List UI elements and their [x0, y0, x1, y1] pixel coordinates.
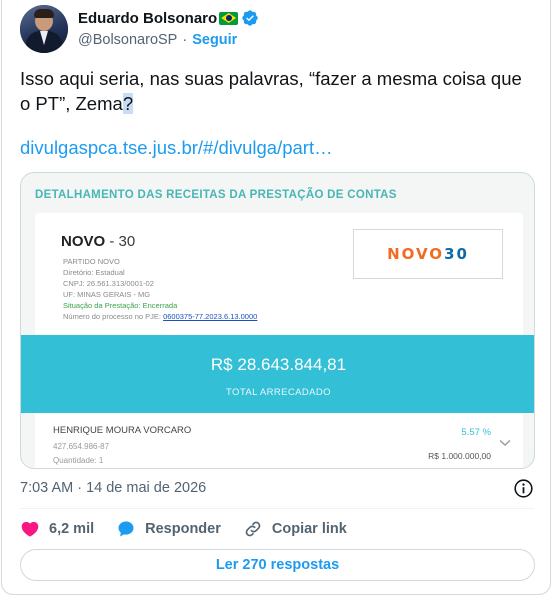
donor-id: 427.654.986-87	[53, 442, 110, 451]
reply-label: Responder	[145, 521, 221, 537]
party-cnpj: CNPJ: 26.561.313/0001-02	[63, 279, 154, 288]
tweet-text: Isso aqui seria, nas suas palavras, “faz…	[20, 66, 530, 116]
party-status: Situação da Prestação: Encerrada	[63, 301, 178, 310]
process-number-link: 0600375-77.2023.6.13.0000	[163, 312, 258, 321]
author-handle[interactable]: @BolsonaroSP	[78, 32, 177, 48]
timestamp[interactable]: 7:03 AM · 14 de mai de 2026	[20, 480, 206, 496]
tweet-text-body: Isso aqui seria, nas suas palavras, “faz…	[20, 68, 522, 114]
action-bar: 6,2 mil Responder Copiar link	[20, 518, 369, 540]
link-icon	[245, 521, 261, 537]
separator-dot: ·	[182, 32, 188, 48]
heart-icon	[21, 521, 39, 537]
doc-title: DETALHAMENTO DAS RECEITAS DA PRESTAÇÃO D…	[35, 189, 397, 201]
follow-button[interactable]: Seguir	[192, 32, 237, 48]
reply-bubble-icon	[118, 521, 134, 537]
total-amount: R$ 28.643.844,81	[210, 355, 347, 374]
brazil-flag-icon	[219, 11, 239, 25]
tweet-card: Eduardo Bolsonaro @BolsonaroSP · Seguir …	[1, 0, 551, 595]
party-directory: Diretório: Estadual	[63, 268, 125, 277]
donor-name: HENRIQUE MOURA VORCARO	[53, 425, 192, 436]
party-uf: UF: MINAS GERAIS - MG	[63, 290, 151, 299]
chevron-down-icon	[499, 439, 511, 446]
party-panel: NOVO - 30 PARTIDO NOVO Diretório: Estadu…	[35, 213, 523, 339]
donor-row: HENRIQUE MOURA VORCARO 427.654.986-87 Qu…	[35, 413, 523, 468]
author-name-row: Eduardo Bolsonaro	[78, 8, 259, 28]
read-replies-button[interactable]: Ler 270 respostas	[20, 549, 535, 581]
embedded-image[interactable]: DETALHAMENTO DAS RECEITAS DA PRESTAÇÃO D…	[20, 172, 535, 469]
total-band: R$ 28.643.844,81 TOTAL ARRECADADO	[21, 335, 534, 413]
verified-badge-icon	[242, 10, 258, 26]
tweet-link[interactable]: divulgaspca.tse.jus.br/#/divulga/part…	[20, 137, 333, 159]
party-logo-text: NOVO30	[387, 245, 469, 263]
donor-percent: 5.57 %	[461, 427, 491, 438]
donor-quantity: Quantidade: 1	[53, 456, 104, 465]
tweet-text-highlight: ?	[122, 93, 134, 114]
total-label: TOTAL ARRECADADO	[226, 387, 331, 398]
avatar[interactable]	[20, 5, 68, 53]
copy-link-button[interactable]: Copiar link	[243, 519, 347, 539]
divider	[20, 508, 534, 509]
copy-link-label: Copiar link	[271, 521, 347, 537]
party-name: NOVO - 30	[61, 233, 136, 250]
like-count: 6,2 mil	[49, 521, 95, 537]
party-process: Número do processo no PJE: 0600375-77.20…	[63, 312, 258, 321]
like-button[interactable]: 6,2 mil	[20, 519, 94, 539]
party-logo: NOVO30	[353, 229, 503, 279]
reply-button[interactable]: Responder	[116, 519, 221, 539]
info-icon[interactable]	[513, 478, 534, 499]
handle-row: @BolsonaroSP · Seguir	[78, 32, 237, 48]
author-name[interactable]: Eduardo Bolsonaro	[78, 10, 217, 27]
party-full-name: PARTIDO NOVO	[63, 257, 120, 266]
donor-amount: R$ 1.000.000,00	[428, 451, 491, 461]
